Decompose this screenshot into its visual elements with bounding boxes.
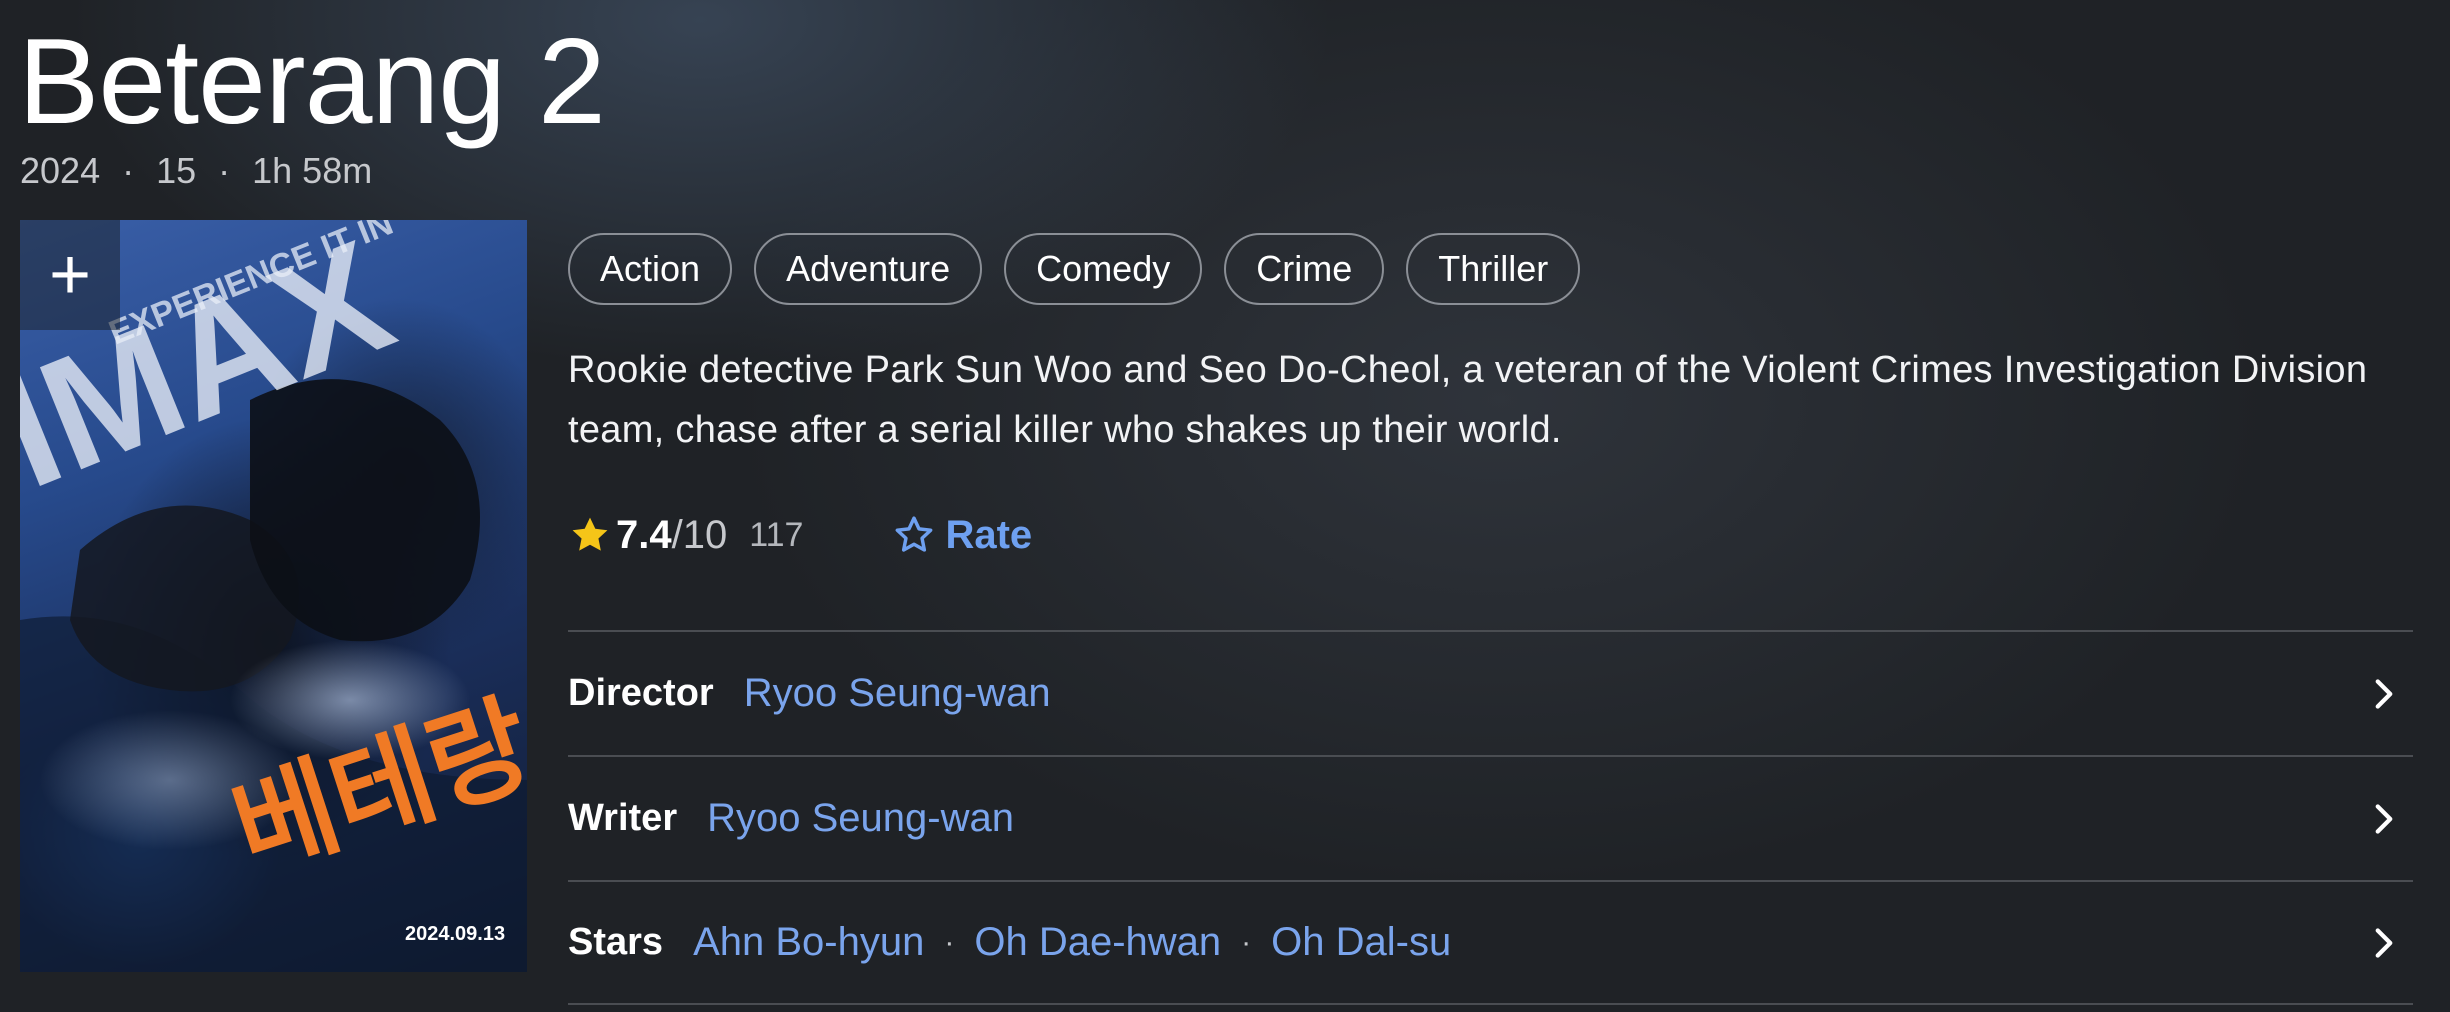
meta-separator: · — [218, 150, 231, 191]
rating-score[interactable]: 7.4 — [616, 513, 672, 558]
credit-row-writer[interactable]: Writer Ryoo Seung-wan — [568, 755, 2413, 880]
star-link[interactable]: Oh Dal-su — [1271, 920, 1451, 965]
credit-label-director: Director — [568, 672, 714, 714]
credit-label-writer: Writer — [568, 797, 678, 839]
rating-row: 7.4 /10 117 Rate — [568, 500, 1032, 570]
chevron-right-icon[interactable] — [2369, 799, 2399, 839]
genre-chip-comedy[interactable]: Comedy — [1004, 233, 1203, 305]
poster-date: 2024.09.13 — [405, 923, 505, 945]
add-to-watchlist-button[interactable]: + — [20, 220, 120, 330]
genre-chip-crime[interactable]: Crime — [1224, 233, 1385, 305]
plot-summary: Rookie detective Park Sun Woo and Seo Do… — [568, 349, 2368, 451]
director-link[interactable]: Ryoo Seung-wan — [744, 671, 1051, 716]
chevron-right-icon[interactable] — [2369, 923, 2399, 963]
genre-chips: Action Adventure Comedy Crime Thriller — [568, 233, 1581, 305]
genre-chip-action[interactable]: Action — [568, 233, 733, 305]
credits-list: Director Ryoo Seung-wan Writer Ryoo Seun… — [568, 630, 2413, 1005]
star-outline-icon — [896, 516, 933, 552]
writer-link[interactable]: Ryoo Seung-wan — [707, 796, 1014, 841]
rate-button[interactable]: Rate — [891, 512, 1032, 558]
movie-title: Beterang 2 — [18, 13, 606, 149]
rating-scale: /10 — [671, 512, 728, 557]
plus-icon: + — [48, 235, 92, 315]
genre-chip-thriller[interactable]: Thriller — [1406, 233, 1581, 305]
star-separator: · — [944, 925, 955, 959]
credit-row-stars[interactable]: Stars Ahn Bo-hyun · Oh Dae-hwan · Oh Dal… — [568, 880, 2413, 1005]
genre-chip-adventure[interactable]: Adventure — [754, 233, 983, 305]
age-rating[interactable]: 15 — [156, 150, 196, 192]
release-year[interactable]: 2024 — [20, 150, 100, 192]
star-separator: · — [1241, 925, 1252, 959]
rate-label: Rate — [945, 512, 1033, 557]
credit-label-stars: Stars — [568, 921, 664, 963]
vote-count: 117 — [749, 515, 804, 554]
movie-poster[interactable]: EXPERIENCE IT IN IMAX 베테랑 2024.09.13 — [20, 220, 527, 972]
star-filled-icon — [572, 517, 608, 551]
movie-meta: 2024 · 15 · 1h 58m — [20, 150, 372, 192]
chevron-right-icon[interactable] — [2369, 674, 2399, 714]
poster-artwork: EXPERIENCE IT IN IMAX 베테랑 2024.09.13 — [20, 220, 527, 972]
star-link[interactable]: Ahn Bo-hyun — [693, 920, 924, 965]
runtime: 1h 58m — [252, 150, 373, 191]
credit-row-director[interactable]: Director Ryoo Seung-wan — [568, 630, 2413, 755]
meta-separator: · — [122, 150, 135, 191]
star-link[interactable]: Oh Dae-hwan — [974, 920, 1221, 965]
